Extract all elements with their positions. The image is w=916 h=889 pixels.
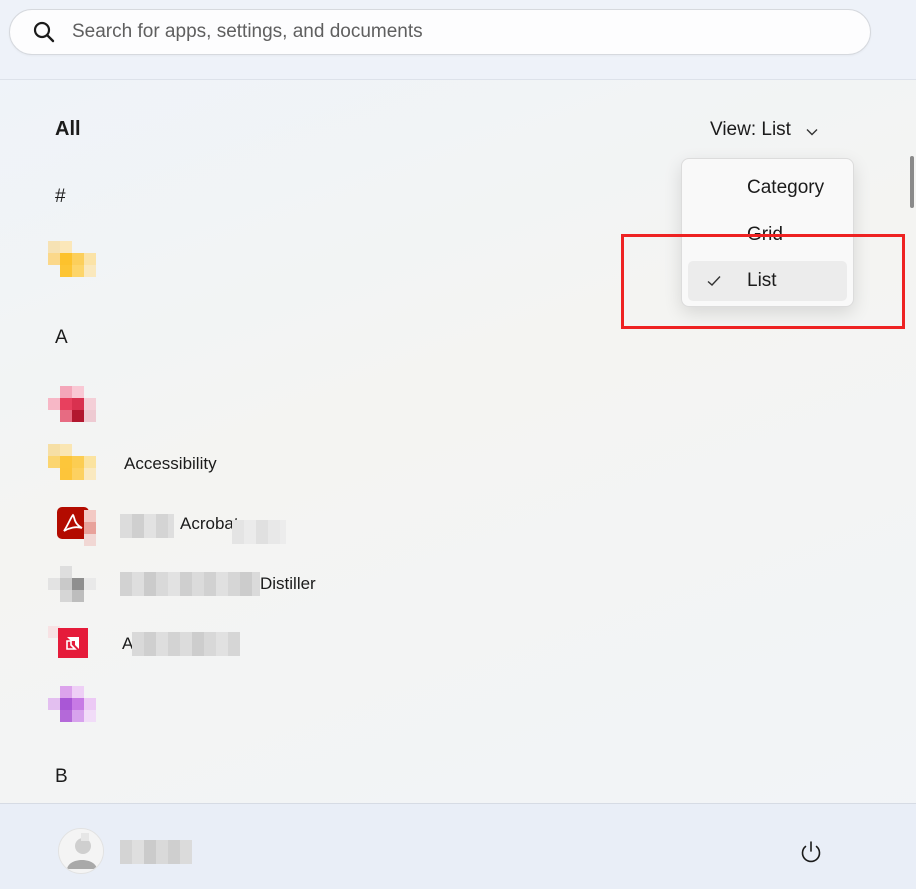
user-name-blurred[interactable] [120, 840, 192, 864]
checkmark-icon [706, 273, 722, 289]
app-list-item-accessibility[interactable]: Accessibility [48, 438, 608, 490]
view-dropdown-button[interactable]: View: List [700, 112, 829, 148]
app-name-blurred [132, 632, 240, 656]
view-dropdown-label: View: List [710, 119, 791, 140]
folder-icon [48, 239, 96, 287]
acrobat-icon [48, 500, 96, 548]
folder-icon [48, 440, 96, 488]
app-list-item[interactable]: A [48, 618, 608, 670]
red-app-icon [48, 620, 96, 668]
menu-item-label: Category [747, 177, 825, 198]
menu-item-grid[interactable]: Grid [688, 215, 847, 255]
view-dropdown-menu: Category Grid List [681, 158, 854, 307]
app-list-item-distiller[interactable]: Distiller [48, 558, 608, 610]
app-name: Acrobat [180, 514, 239, 533]
section-header-a[interactable]: A [55, 327, 68, 349]
app-icon-pink [48, 380, 96, 428]
search-area [0, 0, 916, 80]
chevron-down-icon [805, 123, 819, 137]
section-header-hash[interactable]: # [55, 186, 66, 208]
distiller-icon [48, 560, 96, 608]
search-box[interactable] [9, 9, 871, 55]
app-name: Distiller [260, 574, 316, 593]
app-list-item[interactable] [48, 678, 608, 730]
app-name: Accessibility [124, 454, 217, 473]
menu-item-label: List [747, 270, 777, 291]
purple-app-icon [48, 680, 96, 728]
menu-item-label: Grid [747, 224, 783, 245]
app-name-blurred [120, 514, 174, 538]
app-list-item[interactable] [48, 237, 608, 289]
start-footer [0, 803, 916, 889]
app-name-blurred [120, 572, 260, 596]
section-header-b[interactable]: B [55, 766, 68, 788]
app-name-blurred [232, 520, 286, 544]
scrollbar[interactable] [910, 156, 914, 208]
menu-item-category[interactable]: Category [688, 168, 847, 208]
all-apps-title: All [55, 118, 81, 140]
power-button[interactable] [796, 837, 826, 867]
power-icon [796, 841, 826, 871]
search-input[interactable] [72, 21, 832, 43]
user-avatar[interactable] [58, 828, 104, 874]
search-icon [32, 19, 58, 45]
app-list-item[interactable] [48, 378, 608, 430]
menu-item-list[interactable]: List [688, 261, 847, 301]
app-list-item-acrobat[interactable]: Acrobat [48, 498, 608, 550]
